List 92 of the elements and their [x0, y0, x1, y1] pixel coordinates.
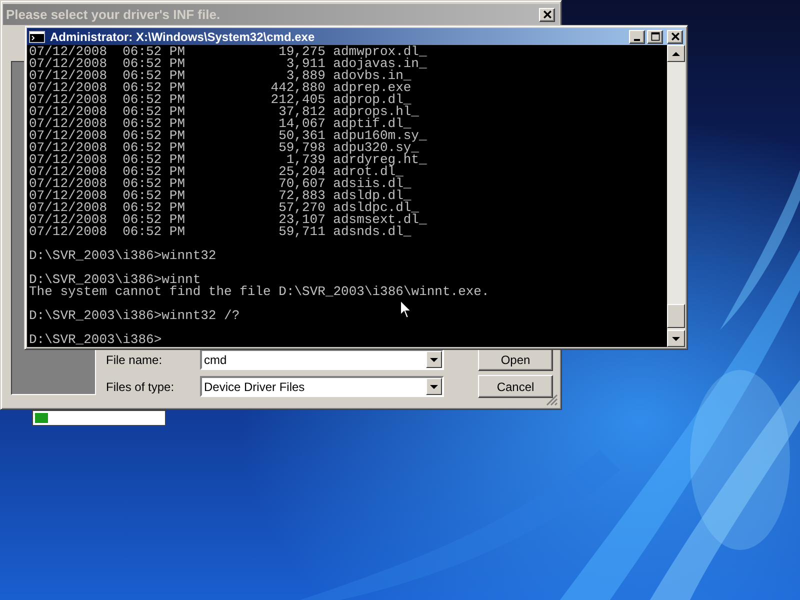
file-size: 212,405 — [270, 94, 326, 106]
file-name: adpu160m.sy_ — [333, 130, 427, 142]
file-name: adpu320.sy_ — [333, 142, 419, 154]
file-time: 06:52 PM — [122, 142, 185, 154]
close-button[interactable] — [667, 30, 683, 44]
file-time: 06:52 PM — [122, 166, 185, 178]
close-icon — [668, 31, 682, 42]
close-icon — [540, 9, 554, 20]
file-time: 06:52 PM — [122, 94, 185, 106]
file-type-combo[interactable]: Device Driver Files — [200, 376, 444, 397]
file-date: 07/12/2008 — [29, 82, 108, 94]
file-name: adprep.exe — [333, 82, 412, 94]
file-date: 07/12/2008 — [29, 226, 108, 238]
file-date: 07/12/2008 — [29, 142, 108, 154]
file-date: 07/12/2008 — [29, 214, 108, 226]
file-time: 06:52 PM — [122, 118, 185, 130]
file-date: 07/12/2008 — [29, 106, 108, 118]
file-name: adsiis.dl_ — [333, 178, 412, 190]
scroll-thumb[interactable] — [667, 304, 685, 328]
resize-grip-icon[interactable] — [546, 394, 558, 406]
console-line: D:\SVR_2003\i386>winnt — [29, 274, 201, 286]
file-name: adovbs.in_ — [333, 70, 412, 82]
field-label: Files of type: — [106, 380, 176, 394]
file-date: 07/12/2008 — [29, 94, 108, 106]
file-time: 06:52 PM — [122, 58, 185, 70]
file-time: 06:52 PM — [122, 70, 185, 82]
cursor-icon — [400, 300, 412, 319]
file-date: 07/12/2008 — [29, 46, 108, 58]
scroll-down-icon[interactable] — [667, 330, 685, 347]
file-time: 06:52 PM — [122, 214, 185, 226]
open-button[interactable]: Open — [478, 348, 553, 371]
console-line: D:\SVR_2003\i386> — [29, 334, 162, 346]
file-date: 07/12/2008 — [29, 166, 108, 178]
cancel-button[interactable]: Cancel — [478, 375, 553, 398]
file-date: 07/12/2008 — [29, 202, 108, 214]
file-name: admwprox.dl_ — [333, 46, 427, 58]
file-name: adsldpc.dl_ — [333, 202, 419, 214]
console-line: The system cannot find the file D:\SVR_2003\i386\winnt.exe. — [29, 286, 490, 298]
file-size: 23,107 — [278, 214, 326, 226]
file-time: 06:52 PM — [122, 130, 185, 142]
file-date: 07/12/2008 — [29, 190, 108, 202]
file-date: 07/12/2008 — [29, 58, 108, 70]
file-name-combo[interactable]: cmd — [200, 349, 444, 370]
file-size: 59,798 — [278, 142, 326, 154]
file-name: adsldp.dl_ — [333, 190, 412, 202]
file-name: adptif.dl_ — [333, 118, 412, 130]
file-size: 50,361 — [278, 130, 326, 142]
file-date: 07/12/2008 — [29, 154, 108, 166]
file-size: 3,889 — [286, 70, 326, 82]
file-size: 3,911 — [286, 58, 326, 70]
file-size: 25,204 — [278, 166, 326, 178]
file-name: adrot.dl_ — [333, 166, 404, 178]
console-line: D:\SVR_2003\i386>winnt32 /? — [29, 310, 240, 322]
file-name: adsmsext.dl_ — [333, 214, 427, 226]
file-date: 07/12/2008 — [29, 178, 108, 190]
file-name: adrdyreg.ht_ — [333, 154, 427, 166]
maximize-button[interactable] — [647, 30, 663, 44]
file-time: 06:52 PM — [122, 46, 185, 58]
file-size: 14,067 — [278, 118, 326, 130]
close-button[interactable] — [539, 8, 555, 22]
file-time: 06:52 PM — [122, 202, 185, 214]
console-icon — [29, 30, 45, 42]
file-size: 442,880 — [270, 82, 326, 94]
file-size: 70,607 — [278, 178, 326, 190]
file-time: 06:52 PM — [122, 154, 185, 166]
file-time: 06:52 PM — [122, 106, 185, 118]
file-date: 07/12/2008 — [29, 118, 108, 130]
window-title: Administrator: X:\Windows\System32\cmd.exe — [50, 30, 316, 44]
file-size: 59,711 — [278, 226, 326, 238]
minimize-icon — [634, 38, 640, 40]
minimize-button[interactable] — [629, 30, 645, 44]
window-title: Please select your driver's INF file. — [6, 7, 222, 22]
file-size: 72,883 — [278, 190, 326, 202]
file-name: adsnds.dl_ — [333, 226, 412, 238]
file-size: 57,270 — [278, 202, 326, 214]
maximize-icon — [648, 31, 662, 42]
file-time: 06:52 PM — [122, 226, 185, 238]
file-time: 06:52 PM — [122, 190, 185, 202]
console-line: D:\SVR_2003\i386>winnt32 — [29, 250, 216, 262]
file-name: adojavas.in_ — [333, 58, 427, 70]
file-size: 1,739 — [286, 154, 326, 166]
file-size: 19,275 — [278, 46, 326, 58]
field-label: File name: — [106, 352, 164, 366]
file-time: 06:52 PM — [122, 82, 185, 94]
file-name: adprop.dl_ — [333, 94, 412, 106]
file-date: 07/12/2008 — [29, 70, 108, 82]
file-name: adprops.hl_ — [333, 106, 419, 118]
scroll-up-icon[interactable] — [667, 45, 685, 62]
file-date: 07/12/2008 — [29, 130, 108, 142]
scrollbar[interactable] — [667, 45, 685, 347]
file-size: 37,812 — [278, 106, 326, 118]
file-time: 06:52 PM — [122, 178, 185, 190]
